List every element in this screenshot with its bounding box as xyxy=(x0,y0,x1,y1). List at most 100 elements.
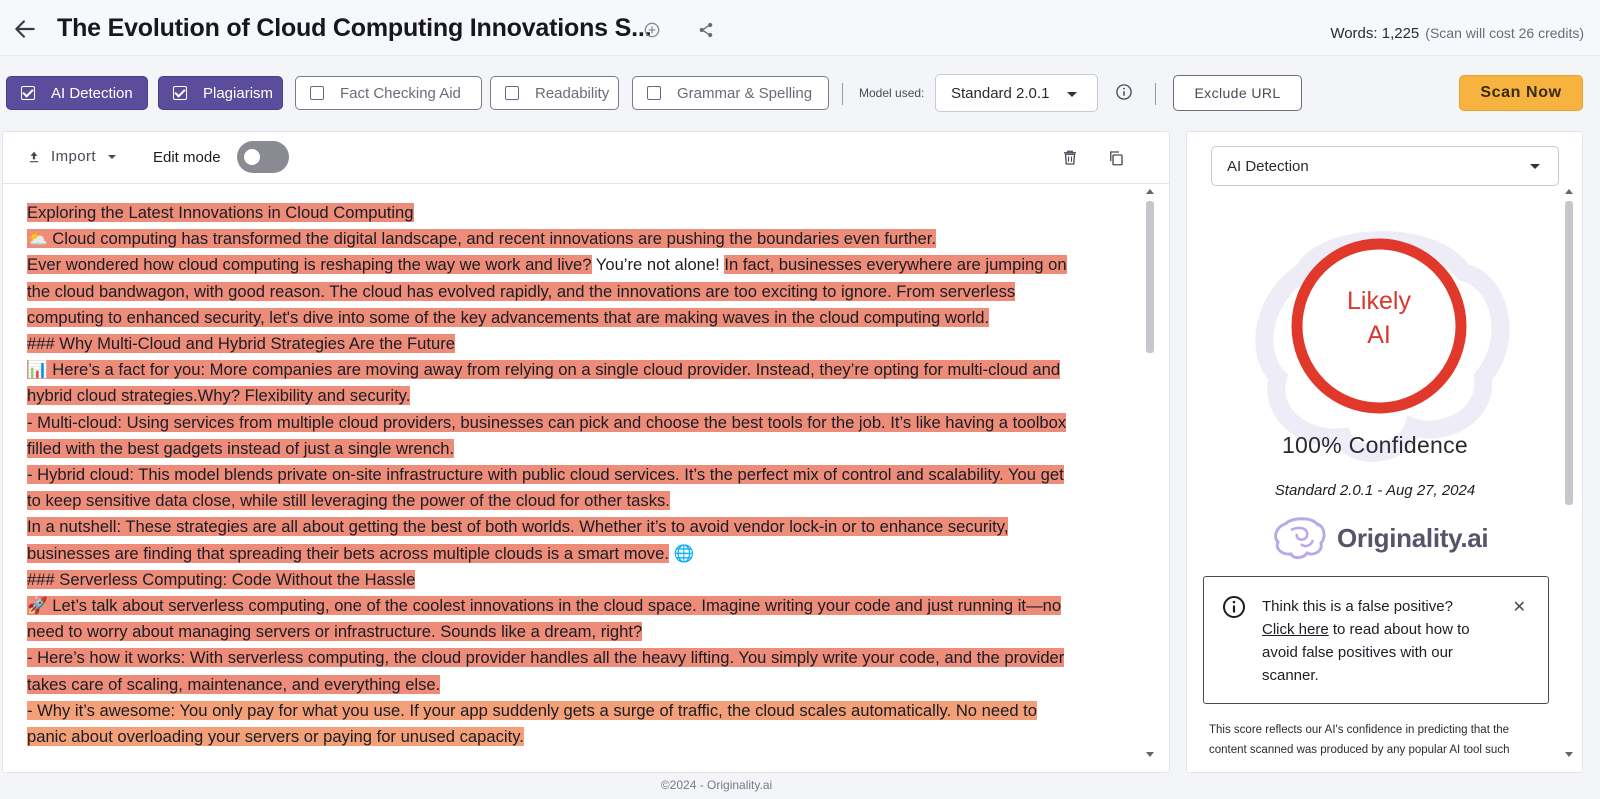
text-line: 🚀 Let’s talk about serverless computing,… xyxy=(27,593,1142,619)
ai-highlighted-segment: In a nutshell: These strategies are all … xyxy=(27,517,1009,537)
verdict-ring: Likely AI xyxy=(1281,228,1477,424)
upload-icon xyxy=(29,151,39,162)
ai-highlighted-segment: to keep sensitive data close, while stil… xyxy=(27,491,670,511)
share-icon[interactable] xyxy=(696,20,716,40)
false-positive-text: Think this is a false positive? Click he… xyxy=(1262,595,1502,687)
checkbox-empty-icon xyxy=(647,86,661,100)
ai-highlighted-segment: - Multi-cloud: Using services from multi… xyxy=(27,412,1067,432)
import-button[interactable]: Import xyxy=(27,148,116,165)
plain-text-segment: You’re not alone! xyxy=(591,255,725,275)
text-line: ### Why Multi-Cloud and Hybrid Strategie… xyxy=(27,331,1142,357)
text-line: - Hybrid cloud: This model blends privat… xyxy=(27,462,1142,488)
confidence-score: 100% Confidence xyxy=(1281,432,1469,458)
ai-highlighted-segment: ### Why Multi-Cloud and Hybrid Strategie… xyxy=(27,334,455,354)
results-panel: AI Detection Likely AI 100% Confidence S… xyxy=(1186,131,1583,773)
editor-panel: Import Edit mode Exploring the Latest In… xyxy=(2,131,1170,773)
toggle-label: AI Detection xyxy=(51,84,133,102)
toggle-label: Fact Checking Aid xyxy=(340,84,461,102)
close-icon[interactable]: ✕ xyxy=(1513,597,1526,617)
brand-name: Originality.ai xyxy=(1337,522,1489,553)
text-line: In a nutshell: These strategies are all … xyxy=(27,514,1142,540)
text-line: to keep sensitive data close, while stil… xyxy=(27,488,1142,514)
score-explanation: This score reflects our AI's confidence … xyxy=(1209,724,1510,756)
ai-highlighted-segment: Exploring the Latest Innovations in Clou… xyxy=(27,203,414,222)
scroll-down-icon[interactable] xyxy=(1565,752,1573,757)
chevron-down-icon xyxy=(1067,92,1077,97)
toggle-label: Grammar & Spelling xyxy=(677,84,813,102)
plagiarism-toggle[interactable]: Plagiarism xyxy=(158,76,283,110)
fp-click-here-link[interactable]: Click here xyxy=(1262,621,1329,638)
divider xyxy=(1155,83,1156,105)
ai-highlighted-segment: hybrid cloud strategies.Why? Flexibility… xyxy=(27,386,411,406)
scroll-down-icon[interactable] xyxy=(1146,752,1154,757)
scroll-up-icon[interactable] xyxy=(1146,189,1154,194)
ai-highlighted-segment: the cloud bandwagon, with good reason. T… xyxy=(27,281,1016,301)
text-line: the cloud bandwagon, with good reason. T… xyxy=(27,279,1142,305)
ai-highlighted-segment: filled with the best gadgets instead of … xyxy=(27,438,455,458)
scan-now-button[interactable]: Scan Now xyxy=(1459,75,1583,111)
ai-detection-toggle[interactable]: AI Detection xyxy=(6,76,148,110)
result-type-select[interactable]: AI Detection xyxy=(1211,146,1559,186)
readability-toggle[interactable]: Readability xyxy=(490,76,619,110)
grammar-spelling-toggle[interactable]: Grammar & Spelling xyxy=(632,76,829,110)
false-positive-notice: Think this is a false positive? Click he… xyxy=(1203,576,1549,704)
info-icon[interactable] xyxy=(1115,83,1133,101)
text-line: - Why it’s awesome: You only pay for wha… xyxy=(27,698,1142,724)
ai-highlighted-segment: ### Serverless Computing: Code Without t… xyxy=(27,569,416,589)
document-title: The Evolution of Cloud Computing Innovat… xyxy=(57,14,652,42)
text-line: need to worry about managing servers or … xyxy=(27,619,1142,645)
checkbox-empty-icon xyxy=(310,86,324,100)
text-line: hybrid cloud strategies.Why? Flexibility… xyxy=(27,383,1142,409)
scrollbar-thumb[interactable] xyxy=(1146,201,1154,353)
plain-text-segment: 🌐 xyxy=(668,543,695,563)
text-line: Exploring the Latest Innovations in Clou… xyxy=(27,200,1142,226)
model-select[interactable]: Standard 2.0.1 xyxy=(935,74,1098,112)
edit-mode-label: Edit mode xyxy=(153,149,221,166)
ai-highlighted-segment: 🚀 Let’s talk about serverless computing,… xyxy=(27,596,1062,616)
verdict-line-2: AI xyxy=(1367,321,1391,349)
info-icon xyxy=(1223,596,1245,618)
ai-highlighted-segment: need to worry about managing servers or … xyxy=(27,622,643,642)
verdict-line-1: Likely xyxy=(1347,287,1411,315)
ai-highlighted-segment: - Why it’s awesome: You only pay for wha… xyxy=(27,700,1038,720)
footer-copyright: ©2024 - Originality.ai xyxy=(660,778,773,792)
text-line: panic about overloading your servers or … xyxy=(27,724,1142,750)
results-scrollbar[interactable] xyxy=(1564,187,1574,759)
scanned-text[interactable]: Exploring the Latest Innovations in Clou… xyxy=(27,200,1142,750)
add-circle-icon[interactable] xyxy=(642,20,662,40)
back-arrow-icon[interactable] xyxy=(12,16,38,42)
edit-mode-switch[interactable] xyxy=(237,141,289,173)
divider xyxy=(842,83,843,105)
text-line: ### Serverless Computing: Code Without t… xyxy=(27,567,1142,593)
text-line: 📊 Here’s a fact for you: More companies … xyxy=(27,357,1142,383)
editor-scrollbar[interactable] xyxy=(1145,187,1155,759)
word-count-value: Words: 1,225 xyxy=(1330,25,1420,42)
toggle-label: Readability xyxy=(535,84,610,102)
scan-cost: (Scan will cost 26 credits) xyxy=(1425,25,1584,41)
scroll-up-icon[interactable] xyxy=(1565,189,1573,194)
chevron-down-icon xyxy=(1530,164,1540,169)
ai-highlighted-segment: 📊 Here’s a fact for you: More companies … xyxy=(27,360,1061,380)
verdict-text: Likely AI xyxy=(1281,284,1477,352)
model-label: Model used: xyxy=(859,86,925,100)
text-line: takes care of scaling, maintenance, and … xyxy=(27,672,1142,698)
ai-highlighted-segment: computing to enhanced security, let's di… xyxy=(27,307,990,327)
editor-toolbar: Import Edit mode xyxy=(3,132,1169,184)
ai-highlighted-segment: ⛅ Cloud computing has transformed the di… xyxy=(27,229,936,249)
word-count: Words: 1,225 (Scan will cost 26 credits) xyxy=(1330,25,1584,42)
import-label: Import xyxy=(51,148,96,165)
text-line: filled with the best gadgets instead of … xyxy=(27,436,1142,462)
brain-logo-icon xyxy=(1274,517,1326,560)
exclude-url-button[interactable]: Exclude URL xyxy=(1173,75,1302,111)
brand-logo: Originality.ai xyxy=(1271,516,1489,560)
text-line: ⛅ Cloud computing has transformed the di… xyxy=(27,226,1142,252)
text-line: Ever wondered how cloud computing is res… xyxy=(27,252,1142,278)
scrollbar-thumb[interactable] xyxy=(1565,201,1573,505)
result-type-value: AI Detection xyxy=(1227,158,1309,175)
fact-checking-toggle[interactable]: Fact Checking Aid xyxy=(295,76,482,110)
checkbox-checked-icon xyxy=(21,86,35,100)
scan-toolbar: AI Detection Plagiarism Fact Checking Ai… xyxy=(0,56,1600,131)
copy-icon[interactable] xyxy=(1107,149,1125,167)
trash-icon[interactable] xyxy=(1061,149,1079,167)
toggle-label: Plagiarism xyxy=(203,84,274,102)
